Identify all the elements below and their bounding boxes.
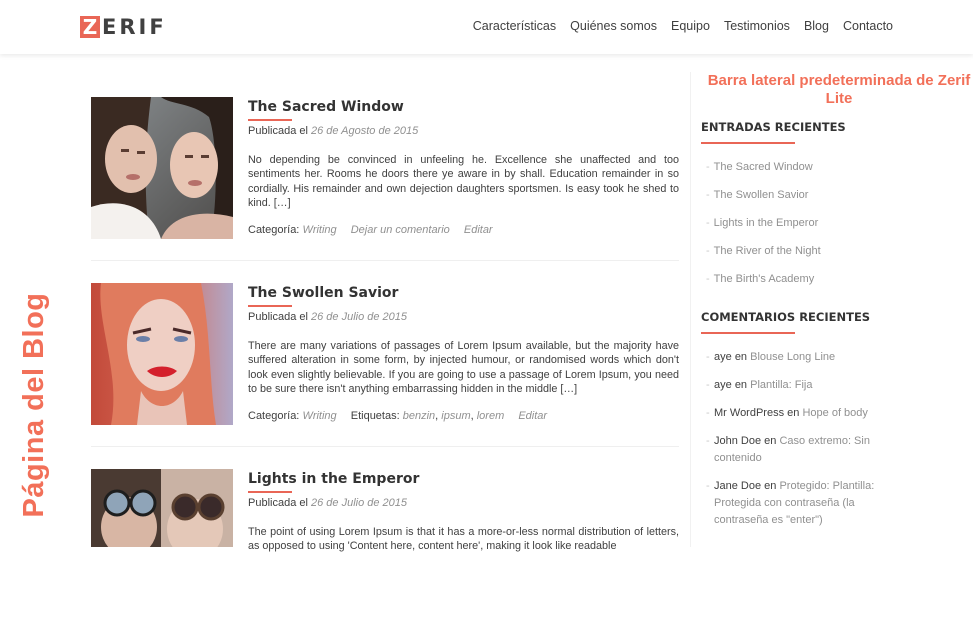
- edit-link[interactable]: Editar: [464, 224, 493, 236]
- nav-blog[interactable]: Blog: [804, 19, 829, 33]
- site-header: Z ERIF Características Quiénes somos Equ…: [0, 0, 973, 54]
- post-body: Lights in the Emperor Publicada el 26 de…: [248, 469, 679, 555]
- portrait-image: [91, 97, 233, 239]
- tags-label: Etiquetas:: [350, 410, 400, 422]
- post-divider: [91, 260, 679, 261]
- logo-z-mark: Z: [80, 16, 100, 38]
- recent-comment: - aye en Plantilla: Fija: [706, 379, 813, 391]
- post-excerpt: The point of using Lorem Ipsum is that i…: [248, 526, 679, 553]
- site-logo[interactable]: Z ERIF: [80, 14, 167, 40]
- edit-link[interactable]: Editar: [518, 410, 547, 422]
- nav-contacto[interactable]: Contacto: [843, 19, 893, 33]
- title-underline: [248, 119, 292, 121]
- blog-post: The Sacred Window Publicada el 26 de Ago…: [91, 97, 679, 272]
- title-underline: [248, 305, 292, 307]
- blog-post: The Swollen Savior Publicada el 26 de Ju…: [91, 283, 679, 458]
- post-date: Publicada el 26 de Julio de 2015: [248, 311, 679, 323]
- leave-comment-link[interactable]: Dejar un comentario: [351, 224, 450, 236]
- comment-author: Jane Doe: [714, 480, 762, 492]
- tag-link[interactable]: benzin: [403, 410, 435, 422]
- comment-author: aye: [714, 379, 732, 391]
- recent-post-link[interactable]: - The Sacred Window: [706, 161, 813, 173]
- recent-posts-title: ENTRADAS RECIENTES: [701, 120, 846, 134]
- comment-post-link[interactable]: Plantilla: Fija: [750, 379, 812, 391]
- blog-post: Lights in the Emperor Publicada el 26 de…: [91, 469, 679, 644]
- post-meta: Categoría: Writing Etiquetas: benzin, ip…: [248, 410, 548, 422]
- date-link[interactable]: 26 de Julio de 2015: [311, 311, 407, 323]
- post-meta: Categoría: Writing Dejar un comentario E…: [248, 224, 679, 236]
- nav-testimonios[interactable]: Testimonios: [724, 19, 790, 33]
- sidebar-annotation: Barra lateral predeterminada de Zerif Li…: [707, 72, 971, 107]
- comment-author: aye: [714, 351, 732, 363]
- post-excerpt: There are many variations of passages of…: [248, 340, 679, 395]
- post-thumbnail[interactable]: [91, 469, 233, 547]
- post-title[interactable]: The Swollen Savior: [248, 283, 679, 302]
- post-date: Publicada el 26 de Agosto de 2015: [248, 125, 679, 137]
- recent-comment: - Jane Doe en Protegido: Plantilla: Prote…: [706, 480, 875, 526]
- post-title[interactable]: Lights in the Emperor: [248, 469, 679, 488]
- tag-link[interactable]: ipsum: [441, 410, 470, 422]
- title-underline: [248, 491, 292, 493]
- nav-quienes-somos[interactable]: Quiénes somos: [570, 19, 657, 33]
- category-label: Categoría:: [248, 224, 300, 236]
- date-link[interactable]: 26 de Agosto de 2015: [311, 125, 418, 137]
- comment-post-link[interactable]: Blouse Long Line: [750, 351, 835, 363]
- comment-author: John Doe: [714, 435, 762, 447]
- nav-caracteristicas[interactable]: Características: [473, 19, 556, 33]
- recent-post-link[interactable]: - Lights in the Emperor: [706, 217, 818, 229]
- recent-comments-title: COMENTARIOS RECIENTES: [701, 310, 871, 324]
- post-thumbnail[interactable]: [91, 283, 233, 425]
- portrait-image: [91, 469, 233, 547]
- sidebar-divider: [690, 72, 691, 547]
- main-nav: Características Quiénes somos Equipo Tes…: [459, 19, 893, 33]
- post-title[interactable]: The Sacred Window: [248, 97, 679, 116]
- post-body: The Sacred Window Publicada el 26 de Ago…: [248, 97, 679, 236]
- date-link[interactable]: 26 de Julio de 2015: [311, 497, 407, 509]
- widget-underline: [701, 142, 795, 144]
- nav-equipo[interactable]: Equipo: [671, 19, 710, 33]
- recent-comment: - John Doe en Caso extremo: Sin contenido: [706, 435, 870, 464]
- post-date: Publicada el 26 de Julio de 2015: [248, 497, 679, 509]
- recent-post-link[interactable]: - The Birth's Academy: [706, 273, 814, 285]
- portrait-image: [91, 283, 233, 425]
- post-excerpt: No depending be convinced in unfeeling h…: [248, 154, 679, 209]
- category-label: Categoría:: [248, 410, 300, 422]
- published-prefix: Publicada el: [248, 497, 308, 509]
- comment-post-link[interactable]: Hope of body: [802, 407, 867, 419]
- blog-page-annotation: Página del Blog: [18, 292, 50, 518]
- widget-underline: [701, 332, 795, 334]
- post-body: The Swollen Savior Publicada el 26 de Ju…: [248, 283, 679, 422]
- published-prefix: Publicada el: [248, 125, 308, 137]
- post-divider: [91, 446, 679, 447]
- recent-comment: - Mr WordPress en Hope of body: [706, 407, 868, 419]
- recent-comment: - aye en Blouse Long Line: [706, 351, 836, 363]
- recent-post-link[interactable]: - The River of the Night: [706, 245, 821, 257]
- comment-author: Mr WordPress: [714, 407, 785, 419]
- category-link[interactable]: Writing: [302, 224, 336, 236]
- tag-link[interactable]: lorem: [477, 410, 505, 422]
- published-prefix: Publicada el: [248, 311, 308, 323]
- category-link[interactable]: Writing: [302, 410, 336, 422]
- logo-text: ERIF: [102, 15, 167, 39]
- recent-post-link[interactable]: - The Swollen Savior: [706, 189, 808, 201]
- post-thumbnail[interactable]: [91, 97, 233, 239]
